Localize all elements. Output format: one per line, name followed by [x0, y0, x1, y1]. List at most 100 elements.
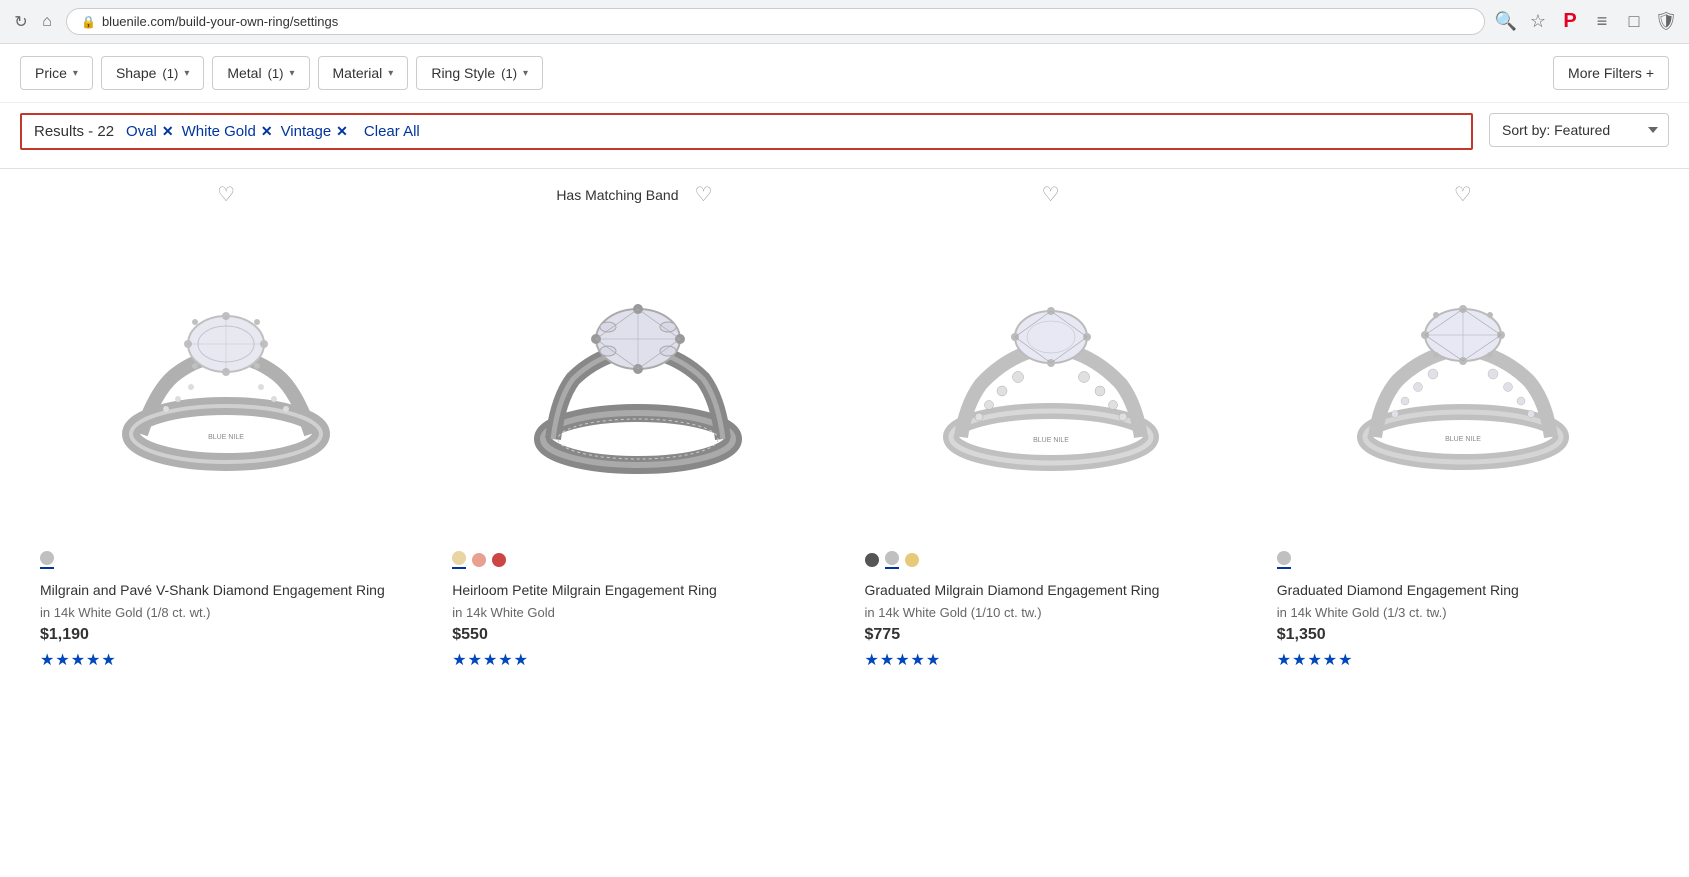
product-image-4: BLUE NILE: [1277, 221, 1649, 537]
refresh-icon[interactable]: ↻: [12, 13, 30, 31]
product-stars-3: ★★★★★: [865, 650, 1237, 670]
product-price-3: $775: [865, 626, 1237, 644]
swatch-white-gold-3[interactable]: [885, 551, 899, 565]
heart-cell-3: ♡: [845, 185, 1257, 205]
white-gold-remove-button[interactable]: ✕: [261, 123, 273, 140]
product-image-3: BLUE NILE: [865, 221, 1237, 537]
product-stars-2: ★★★★★: [452, 650, 824, 670]
oval-filter-tag: Oval ✕: [126, 123, 174, 140]
svg-text:BLUE NILE: BLUE NILE: [1033, 437, 1069, 444]
profile-icon[interactable]: □: [1623, 11, 1645, 33]
swatch-selected-3: [885, 567, 899, 569]
product-name-2: Heirloom Petite Milgrain Engagement Ring: [452, 581, 824, 601]
product-stars-4: ★★★★★: [1277, 650, 1649, 670]
swatch-wrap-1[interactable]: [40, 551, 54, 569]
sort-select[interactable]: Sort by: Featured Price: Low to High Pri…: [1489, 113, 1669, 147]
more-filters-button[interactable]: More Filters +: [1553, 56, 1669, 90]
swatch-wrap-3c[interactable]: [905, 553, 919, 567]
metal-filter-label: Metal: [227, 65, 261, 81]
material-filter-button[interactable]: Material ▾: [318, 56, 409, 90]
ring-style-filter-label: Ring Style: [431, 65, 495, 81]
products-header-row: ♡ Has Matching Band ♡ ♡ ♡: [0, 177, 1689, 205]
swatch-rose-gold-2[interactable]: [472, 553, 486, 567]
ring-svg-2: [498, 269, 778, 489]
wishlist-button-4[interactable]: ♡: [1446, 185, 1480, 205]
product-card-3[interactable]: BLUE NILE Graduated Milgrain Diamond Eng…: [845, 205, 1257, 694]
divider: [0, 168, 1689, 169]
layers-icon[interactable]: ≡: [1591, 11, 1613, 33]
product-material-1: in 14k White Gold (1/8 ct. wt.): [40, 605, 412, 620]
clear-all-button[interactable]: Clear All: [364, 123, 420, 140]
pinterest-icon[interactable]: P: [1559, 11, 1581, 33]
has-matching-band-cell: Has Matching Band ♡: [432, 185, 844, 205]
swatch-selected-2: [452, 567, 466, 569]
swatch-yellow-gold-2[interactable]: [452, 551, 466, 565]
shape-filter-count: (1): [162, 66, 178, 81]
address-bar[interactable]: 🔒 bluenile.com/build-your-own-ring/setti…: [66, 8, 1485, 35]
ring-style-filter-button[interactable]: Ring Style (1) ▾: [416, 56, 543, 90]
swatches-3: [865, 551, 1237, 569]
heart-cell-4: ♡: [1257, 185, 1669, 205]
swatch-wrap-3a[interactable]: [865, 553, 879, 567]
swatch-wrap-2b[interactable]: [472, 553, 486, 567]
oval-tag-label: Oval: [126, 123, 157, 140]
product-price-1: $1,190: [40, 626, 412, 644]
white-gold-filter-tag: White Gold ✕: [182, 123, 273, 140]
product-image-2: [452, 221, 824, 537]
extension-icon[interactable]: 🛡: [1655, 11, 1677, 33]
product-material-3: in 14k White Gold (1/10 ct. tw.): [865, 605, 1237, 620]
active-filters-box: Results - 22 Oval ✕ White Gold ✕ Vintage…: [20, 113, 1473, 150]
product-card-2[interactable]: Heirloom Petite Milgrain Engagement Ring…: [432, 205, 844, 694]
swatches-2: [452, 551, 824, 569]
ring-svg-3: BLUE NILE: [911, 269, 1191, 489]
vintage-tag-label: Vintage: [281, 123, 332, 140]
more-filters-label: More Filters +: [1568, 65, 1654, 81]
product-card-4[interactable]: BLUE NILE Graduated Diamond Engagement R…: [1257, 205, 1669, 694]
material-chevron-icon: ▾: [388, 68, 393, 79]
white-gold-tag-label: White Gold: [182, 123, 256, 140]
home-icon[interactable]: ⌂: [38, 13, 56, 31]
search-icon[interactable]: 🔍: [1495, 11, 1517, 33]
svg-text:BLUE NILE: BLUE NILE: [1445, 436, 1481, 443]
ring-style-chevron-icon: ▾: [523, 68, 528, 79]
price-filter-label: Price: [35, 65, 67, 81]
has-matching-band-label: Has Matching Band: [556, 187, 678, 203]
ring-svg-1: BLUE NILE: [86, 269, 366, 489]
bookmark-icon[interactable]: ☆: [1527, 11, 1549, 33]
wishlist-button-2[interactable]: ♡: [687, 185, 721, 205]
swatch-white-gold-4[interactable]: [1277, 551, 1291, 565]
product-name-1: Milgrain and Pavé V-Shank Diamond Engage…: [40, 581, 412, 601]
heart-cell-1: ♡: [20, 185, 432, 205]
product-card-1[interactable]: BLUE NILE Milgrain and Pavé V-Shank Diam…: [20, 205, 432, 694]
oval-remove-button[interactable]: ✕: [162, 123, 174, 140]
shape-chevron-icon: ▾: [184, 68, 189, 79]
swatch-wrap-2c[interactable]: [492, 553, 506, 567]
swatch-wrap-3b[interactable]: [885, 551, 899, 569]
swatch-platinum-3[interactable]: [865, 553, 879, 567]
swatch-white-gold-1[interactable]: [40, 551, 54, 565]
product-name-3: Graduated Milgrain Diamond Engagement Ri…: [865, 581, 1237, 601]
vintage-filter-tag: Vintage ✕: [281, 123, 348, 140]
price-filter-button[interactable]: Price ▾: [20, 56, 93, 90]
metal-filter-button[interactable]: Metal (1) ▾: [212, 56, 309, 90]
vintage-remove-button[interactable]: ✕: [336, 123, 348, 140]
swatch-yellow-gold-3[interactable]: [905, 553, 919, 567]
shape-filter-button[interactable]: Shape (1) ▾: [101, 56, 204, 90]
swatches-4: [1277, 551, 1649, 569]
filter-bar: Price ▾ Shape (1) ▾ Metal (1) ▾ Material…: [0, 44, 1689, 103]
ring-style-filter-count: (1): [501, 66, 517, 81]
wishlist-button-3[interactable]: ♡: [1034, 185, 1068, 205]
ring-svg-4: BLUE NILE: [1323, 269, 1603, 489]
product-price-2: $550: [452, 626, 824, 644]
wishlist-button-1[interactable]: ♡: [209, 185, 243, 205]
price-chevron-icon: ▾: [73, 68, 78, 79]
browser-chrome: ↻ ⌂ 🔒 bluenile.com/build-your-own-ring/s…: [0, 0, 1689, 44]
shape-filter-label: Shape: [116, 65, 156, 81]
url-text: bluenile.com/build-your-own-ring/setting…: [102, 14, 338, 29]
swatch-wrap-2a[interactable]: [452, 551, 466, 569]
lock-icon: 🔒: [81, 15, 96, 29]
material-filter-label: Material: [333, 65, 383, 81]
swatch-red-2[interactable]: [492, 553, 506, 567]
swatch-wrap-4a[interactable]: [1277, 551, 1291, 569]
swatch-selected-1: [40, 567, 54, 569]
